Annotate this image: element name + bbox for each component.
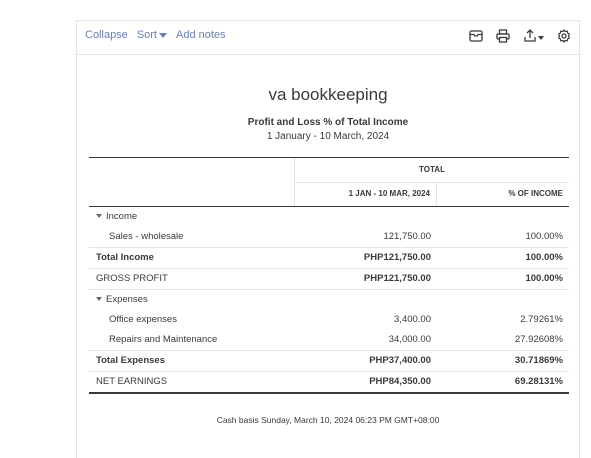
table-body: Income Sales - wholesale 121,750.00 100.00%… xyxy=(89,207,569,394)
table-row: Repairs and Maintenance 34,000.00 27.92608… xyxy=(89,330,569,351)
table-row: Total Income PHP121,750.00 100.00% xyxy=(89,248,569,269)
report-footer: Cash basis Sunday, March 10, 2024 06:23 … xyxy=(216,415,440,425)
chevron-down-icon xyxy=(159,32,167,38)
row-percent: 2.79261% xyxy=(520,314,563,325)
toolbar-links: Collapse Sort Add notes xyxy=(85,29,226,41)
row-label: Income xyxy=(89,207,137,227)
table-row: NET EARNINGS PHP84,350.00 69.28131% xyxy=(89,372,569,394)
collapse-triangle-icon[interactable] xyxy=(96,297,102,302)
row-percent: 100.00% xyxy=(525,252,563,263)
row-amount[interactable]: 3,400.00 xyxy=(294,310,437,330)
row-percent: 30.71869% xyxy=(514,355,563,366)
row-label: Expenses xyxy=(89,290,148,310)
row-label-text: Total Income xyxy=(96,252,154,263)
table-row: Sales - wholesale 121,750.00 100.00% xyxy=(89,227,569,248)
table-header-group: TOTAL xyxy=(89,157,569,183)
company-name: va bookkeeping xyxy=(268,85,388,104)
add-notes-link[interactable]: Add notes xyxy=(176,29,226,41)
table-row[interactable]: Income xyxy=(89,207,569,227)
table-row: Total Expenses PHP37,400.00 30.71869% xyxy=(89,351,569,372)
row-amount[interactable]: PHP121,750.00 xyxy=(294,269,437,289)
row-label: Total Income xyxy=(89,248,154,268)
table-row[interactable]: Expenses xyxy=(89,290,569,310)
email-icon[interactable] xyxy=(469,30,483,42)
row-label: NET EARNINGS xyxy=(89,372,167,392)
row-percent: 100.00% xyxy=(525,231,563,242)
row-label: Office expenses xyxy=(89,310,177,330)
table-row: GROSS PROFIT PHP121,750.00 100.00% xyxy=(89,269,569,290)
export-caret-icon xyxy=(538,36,544,40)
report-card: Collapse Sort Add notes va bookkeeping P… xyxy=(76,20,580,458)
table-row: Office expenses 3,400.00 2.79261% xyxy=(89,310,569,330)
row-label-text: Repairs and Maintenance xyxy=(109,334,218,345)
print-icon[interactable] xyxy=(496,29,510,43)
row-label: Total Expenses xyxy=(89,351,165,371)
row-label-text: Office expenses xyxy=(109,314,177,325)
row-label-text: GROSS PROFIT xyxy=(96,273,168,284)
row-label-text: NET EARNINGS xyxy=(96,376,168,387)
row-amount[interactable]: 34,000.00 xyxy=(294,330,437,350)
report-date-range: 1 January - 10 March, 2024 xyxy=(266,131,390,142)
report-toolbar: Collapse Sort Add notes xyxy=(77,21,579,55)
report-table: TOTAL 1 JAN - 10 MAR, 2024 % OF INCOME I… xyxy=(89,157,569,394)
row-amount[interactable]: PHP84,350.00 xyxy=(294,372,437,392)
row-label-text: Income xyxy=(106,211,138,222)
row-label: Sales - wholesale xyxy=(89,227,183,247)
table-column-headers: 1 JAN - 10 MAR, 2024 % OF INCOME xyxy=(89,182,569,207)
header-percent-income[interactable]: % OF INCOME xyxy=(438,182,569,206)
row-label: Repairs and Maintenance xyxy=(89,330,217,350)
row-label-text: Total Expenses xyxy=(96,355,165,366)
sort-dropdown[interactable]: Sort xyxy=(137,29,167,41)
sort-label: Sort xyxy=(136,29,157,41)
row-label-text: Sales - wholesale xyxy=(109,231,184,242)
row-percent: 100.00% xyxy=(525,273,563,284)
row-amount[interactable]: 121,750.00 xyxy=(294,227,437,247)
header-period[interactable]: 1 JAN - 10 MAR, 2024 xyxy=(294,182,437,206)
collapse-link[interactable]: Collapse xyxy=(85,29,128,41)
row-label: GROSS PROFIT xyxy=(89,269,168,289)
row-amount[interactable]: PHP37,400.00 xyxy=(294,351,437,371)
report-title: Profit and Loss % of Total Income xyxy=(247,117,409,128)
settings-icon[interactable] xyxy=(557,29,571,43)
toolbar-icons xyxy=(469,29,571,43)
header-total: TOTAL xyxy=(294,158,569,183)
row-label-text: Expenses xyxy=(106,294,148,305)
row-percent: 27.92608% xyxy=(514,334,563,345)
row-amount[interactable]: PHP121,750.00 xyxy=(294,248,437,268)
export-icon[interactable] xyxy=(523,29,544,43)
row-percent: 69.28131% xyxy=(514,376,563,387)
collapse-triangle-icon[interactable] xyxy=(96,214,102,219)
